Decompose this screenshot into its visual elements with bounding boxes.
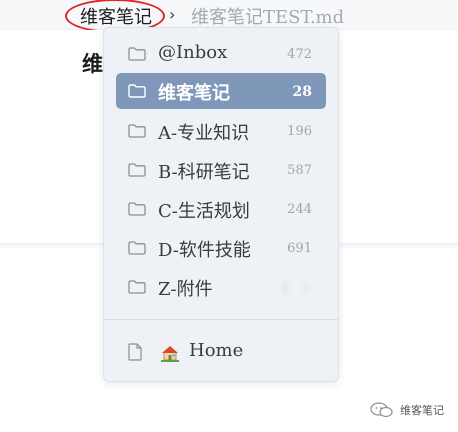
wechat-icon xyxy=(370,402,393,418)
house-icon xyxy=(161,346,179,362)
folder-item-label: Z-附件 xyxy=(158,279,213,300)
folder-icon xyxy=(128,280,146,294)
folder-item-count: 691 xyxy=(287,241,312,256)
folder-item-life-planning[interactable]: C-生活规划 244 xyxy=(116,191,326,227)
folder-icon xyxy=(128,241,146,255)
folder-icon xyxy=(128,202,146,216)
folder-item-label: D-软件技能 xyxy=(158,240,251,261)
folder-icon xyxy=(128,84,146,98)
breadcrumb-separator: › xyxy=(169,5,176,24)
folder-item-label: @Inbox xyxy=(158,42,228,63)
menu-divider xyxy=(104,319,338,320)
folder-dropdown: @Inbox 472 维客笔记 28 A-专业知识 196 B-科研笔记 587… xyxy=(103,27,339,382)
folder-icon xyxy=(128,47,146,61)
folder-item-count: 587 xyxy=(287,163,312,178)
home-item[interactable]: Home xyxy=(116,334,326,370)
folder-item-count: 28 xyxy=(292,84,312,100)
folder-item-software-skills[interactable]: D-软件技能 691 xyxy=(116,230,326,266)
home-label: Home xyxy=(189,340,244,361)
folder-item-label: A-专业知识 xyxy=(158,123,250,144)
breadcrumb-bar: 维客笔记 › 维客笔记TEST.md xyxy=(0,0,458,33)
watermark-text: 维客笔记 xyxy=(400,404,444,417)
folder-item-label: 维客笔记 xyxy=(158,83,230,104)
folder-item-label: B-科研笔记 xyxy=(158,162,250,183)
folder-icon xyxy=(128,124,146,138)
folder-item-count: 196 xyxy=(287,124,312,139)
blurred-count xyxy=(282,282,308,294)
folder-item-count: 244 xyxy=(287,202,312,217)
watermark: 维客笔记 xyxy=(368,400,456,420)
breadcrumb-file[interactable]: 维客笔记TEST.md xyxy=(191,3,344,29)
folder-item-inbox[interactable]: @Inbox 472 xyxy=(116,36,326,72)
folder-item-research-notes[interactable]: B-科研笔记 587 xyxy=(116,152,326,188)
folder-item-attachments[interactable]: Z-附件 xyxy=(116,269,326,305)
document-heading: 维 xyxy=(82,51,103,76)
folder-item-professional-knowledge[interactable]: A-专业知识 196 xyxy=(116,113,326,149)
folder-icon xyxy=(128,163,146,177)
folder-item-count: 472 xyxy=(287,47,312,62)
file-icon xyxy=(128,343,142,361)
folder-item-label: C-生活规划 xyxy=(158,201,250,222)
folder-item-weike-notes[interactable]: 维客笔记 28 xyxy=(116,73,326,109)
